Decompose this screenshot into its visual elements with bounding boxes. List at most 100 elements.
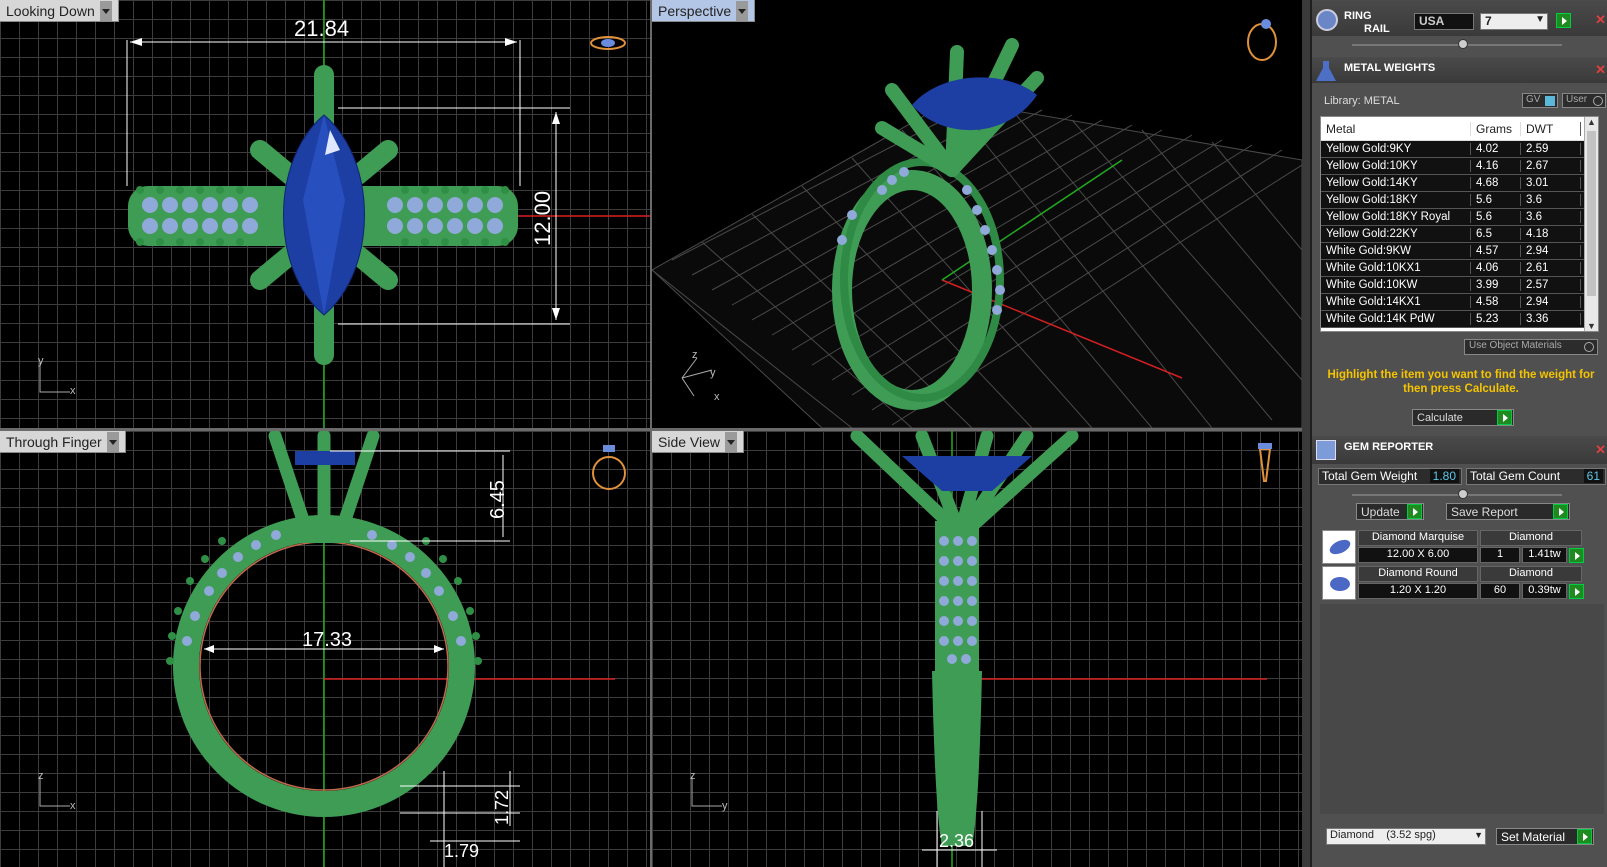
metal-name: Yellow Gold:14KY	[1321, 177, 1471, 189]
ring-rail-slider[interactable]	[1352, 39, 1562, 49]
scroll-down-icon[interactable]: ▼	[1585, 321, 1598, 331]
tab-side-view[interactable]: Side View	[652, 431, 745, 453]
slider-handle[interactable]	[1458, 39, 1468, 49]
gem-reporter-header: GEM REPORTER ✕	[1312, 436, 1607, 464]
calculate-button[interactable]: Calculate	[1412, 409, 1514, 426]
dim-shank-thickness-label: 2.36	[939, 831, 974, 851]
update-button[interactable]: Update	[1356, 503, 1424, 520]
viewport-divider-horizontal[interactable]	[0, 428, 1302, 431]
gem-select-button[interactable]	[1569, 548, 1584, 563]
use-object-materials-toggle[interactable]: Use Object Materials	[1464, 339, 1598, 355]
gem-reporter-title: GEM REPORTER	[1344, 441, 1434, 453]
set-material-label: Set Material	[1501, 829, 1566, 844]
ring-size-select[interactable]: 7 ▼	[1480, 13, 1548, 30]
gem-select-button[interactable]	[1569, 584, 1584, 599]
table-row[interactable]: Yellow Gold:18KY 5.6 3.6	[1321, 192, 1598, 209]
calculate-label: Calculate	[1417, 411, 1463, 424]
metal-dwt: 2.57	[1521, 279, 1581, 291]
play-icon	[1577, 829, 1592, 844]
marquise-gem-icon	[1322, 530, 1356, 564]
material-select[interactable]: Diamond (3.52 spg) ▼	[1326, 828, 1486, 845]
save-report-button[interactable]: Save Report	[1446, 503, 1570, 520]
axis-z-label: z	[38, 770, 44, 782]
gem-list-item[interactable]: Diamond Marquise Diamond 12.00 X 6.00 1 …	[1322, 530, 1602, 564]
gem-weight: 1.41tw	[1522, 547, 1567, 563]
view-orientation-icon[interactable]	[590, 36, 626, 50]
chevron-down-icon[interactable]	[106, 431, 119, 452]
gem-name: Diamond Round	[1358, 566, 1478, 582]
viewport-divider-vertical[interactable]	[650, 0, 652, 867]
gem-list-item[interactable]: Diamond Round Diamond 1.20 X 1.20 60 0.3…	[1322, 566, 1602, 600]
table-row[interactable]: White Gold:9KW 4.57 2.94	[1321, 243, 1598, 260]
dim-shank-width-label: 1.79	[444, 841, 479, 861]
tab-looking-down-label: Looking Down	[6, 2, 95, 19]
set-material-button[interactable]: Set Material	[1496, 828, 1594, 845]
gem-material: Diamond	[1480, 530, 1582, 546]
metal-name: White Gold:14K PdW	[1321, 313, 1471, 325]
table-scrollbar[interactable]: ▲ ▼	[1584, 117, 1598, 331]
column-header-grams[interactable]: Grams	[1471, 121, 1521, 136]
close-icon[interactable]: ✕	[1595, 12, 1606, 28]
table-row[interactable]: Yellow Gold:22KY 6.5 4.18	[1321, 226, 1598, 243]
table-row[interactable]: White Gold:14K PdW 5.23 3.36	[1321, 311, 1598, 328]
metal-weights-table[interactable]: Metal Grams DWT Yellow Gold:9KY 4.02 2.59 …	[1320, 116, 1599, 332]
metal-name: White Gold:14KX1	[1321, 296, 1471, 308]
chevron-down-icon[interactable]: ▼	[1474, 830, 1483, 840]
viewport-perspective[interactable]: z y x Perspective	[652, 0, 1302, 428]
user-toggle[interactable]: User	[1562, 93, 1606, 108]
close-icon[interactable]: ✕	[1595, 442, 1606, 458]
gem-report-icon	[1316, 440, 1336, 460]
metal-dwt: 3.6	[1521, 194, 1581, 206]
table-row[interactable]: White Gold:10KX1 4.06 2.61	[1321, 260, 1598, 277]
table-row[interactable]: Yellow Gold:18KY Royal 5.6 3.6	[1321, 209, 1598, 226]
gem-reporter-slider[interactable]	[1352, 489, 1562, 499]
chevron-down-icon[interactable]	[99, 0, 112, 21]
user-indicator	[1593, 96, 1603, 106]
ring-rail-header: RING RAIL USA 7 ▼ ✕	[1312, 0, 1607, 36]
total-gem-count: Total Gem Count 61	[1466, 468, 1606, 485]
viewport-side-view[interactable]: 2.36 z y Side View	[652, 431, 1302, 867]
table-row[interactable]: White Gold:14KX1 4.58 2.94	[1321, 294, 1598, 311]
ring-size-go-button[interactable]	[1556, 13, 1571, 28]
table-row[interactable]: Yellow Gold:10KY 4.16 2.67	[1321, 158, 1598, 175]
tab-side-view-label: Side View	[658, 433, 721, 450]
chevron-down-icon[interactable]: ▼	[1535, 14, 1545, 25]
ring-rail-icon	[1316, 9, 1338, 31]
table-row[interactable]: White Gold:10KW 3.99 2.57	[1321, 277, 1598, 294]
metal-grams: 4.68	[1471, 177, 1521, 189]
play-icon	[1497, 410, 1512, 425]
metal-dwt: 3.36	[1521, 313, 1581, 325]
tab-looking-down[interactable]: Looking Down	[0, 0, 119, 22]
chevron-down-icon[interactable]	[736, 0, 749, 21]
table-row[interactable]: Yellow Gold:9KY 4.02 2.59	[1321, 141, 1598, 158]
axis-y-label: y	[38, 355, 44, 367]
view-orientation-icon[interactable]	[1247, 19, 1277, 61]
panel-gutter	[1302, 0, 1310, 867]
slider-handle[interactable]	[1458, 489, 1468, 499]
scroll-up-icon[interactable]: ▲	[1585, 117, 1598, 127]
gem-count: 1	[1480, 547, 1520, 563]
scroll-thumb[interactable]	[1587, 131, 1596, 296]
metal-dwt: 2.61	[1521, 262, 1581, 274]
metal-weights-title: METAL WEIGHTS	[1344, 62, 1436, 74]
axis-x-label: x	[714, 391, 720, 403]
tab-perspective[interactable]: Perspective	[652, 0, 756, 22]
chevron-down-icon[interactable]	[725, 431, 738, 452]
metal-name: Yellow Gold:22KY	[1321, 228, 1471, 240]
gv-toggle[interactable]: GV	[1522, 93, 1558, 108]
metal-weights-header: METAL WEIGHTS ✕	[1312, 57, 1607, 83]
close-icon[interactable]: ✕	[1595, 62, 1606, 78]
column-header-dwt[interactable]: DWT	[1521, 121, 1581, 136]
tab-through-finger[interactable]: Through Finger	[0, 431, 126, 453]
column-header-metal[interactable]: Metal	[1321, 121, 1471, 136]
table-row[interactable]: Yellow Gold:14KY 4.68 3.01	[1321, 175, 1598, 192]
view-orientation-icon[interactable]	[592, 445, 626, 490]
country-field[interactable]: USA	[1414, 13, 1474, 30]
metal-name: Yellow Gold:18KY Royal	[1321, 211, 1471, 223]
user-label: User	[1566, 94, 1588, 105]
view-orientation-icon[interactable]	[1258, 443, 1272, 482]
metal-grams: 4.16	[1471, 160, 1521, 172]
viewport-looking-down[interactable]: 21.84 12.00 y x Looking Down	[0, 0, 650, 428]
axis-y-label: y	[710, 367, 716, 379]
viewport-through-finger[interactable]: 6.45 17.33 1.72 1.79 z x Through Finger	[0, 431, 650, 867]
